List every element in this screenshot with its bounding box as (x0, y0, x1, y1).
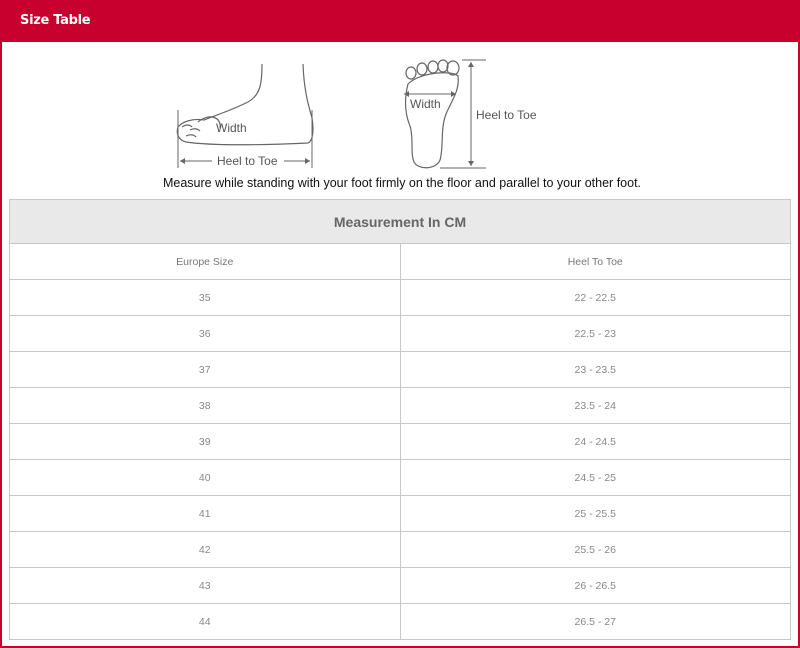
heel-to-toe-cell: 22.5 - 23 (399, 315, 791, 352)
title-bar: Size Table (0, 0, 800, 42)
table-row: 37 23 - 23.5 (9, 351, 791, 388)
table-row: 43 26 - 26.5 (9, 567, 791, 604)
europe-size-cell: 42 (9, 531, 401, 568)
table-row: 44 26.5 - 27 (9, 603, 791, 640)
europe-size-cell: 35 (9, 279, 401, 316)
europe-size-cell: 37 (9, 351, 401, 388)
europe-size-cell: 39 (9, 423, 401, 460)
europe-size-cell: 36 (9, 315, 401, 352)
table-caption-row: Measurement In CM (9, 199, 791, 244)
table-row: 35 22 - 22.5 (9, 279, 791, 316)
heel-to-toe-cell: 23.5 - 24 (399, 387, 791, 424)
sole-width-label: Width (410, 97, 441, 111)
size-table: Measurement In CM Europe Size Heel To To… (9, 199, 791, 640)
side-heel-toe-label: Heel to Toe (217, 154, 278, 168)
heel-to-toe-cell: 24 - 24.5 (399, 423, 791, 460)
column-header-europe-size: Europe Size (9, 243, 401, 280)
table-row: 41 25 - 25.5 (9, 495, 791, 532)
column-header-heel-to-toe: Heel To Toe (399, 243, 791, 280)
table-caption: Measurement In CM (9, 199, 791, 244)
table-row: 36 22.5 - 23 (9, 315, 791, 352)
europe-size-cell: 38 (9, 387, 401, 424)
table-header-row: Europe Size Heel To Toe (9, 243, 791, 280)
heel-to-toe-cell: 24.5 - 25 (399, 459, 791, 496)
heel-to-toe-cell: 26 - 26.5 (399, 567, 791, 604)
europe-size-cell: 41 (9, 495, 401, 532)
table-row: 39 24 - 24.5 (9, 423, 791, 460)
table-row: 38 23.5 - 24 (9, 387, 791, 424)
side-width-label: Width (216, 121, 247, 135)
heel-to-toe-cell: 25 - 25.5 (399, 495, 791, 532)
europe-size-cell: 43 (9, 567, 401, 604)
table-row: 40 24.5 - 25 (9, 459, 791, 496)
heel-to-toe-cell: 22 - 22.5 (399, 279, 791, 316)
measurement-instruction: Measure while standing with your foot fi… (162, 176, 642, 190)
foot-measurement-diagram: Width Heel to Toe Width Heel to Toe (176, 59, 537, 169)
europe-size-cell: 44 (9, 603, 401, 640)
table-row: 42 25.5 - 26 (9, 531, 791, 568)
heel-to-toe-cell: 23 - 23.5 (399, 351, 791, 388)
sole-heel-toe-label: Heel to Toe (476, 108, 537, 122)
heel-to-toe-cell: 26.5 - 27 (399, 603, 791, 640)
sole-foot-illustration (404, 59, 460, 169)
page-title: Size Table (20, 13, 91, 28)
heel-to-toe-cell: 25.5 - 26 (399, 531, 791, 568)
europe-size-cell: 40 (9, 459, 401, 496)
